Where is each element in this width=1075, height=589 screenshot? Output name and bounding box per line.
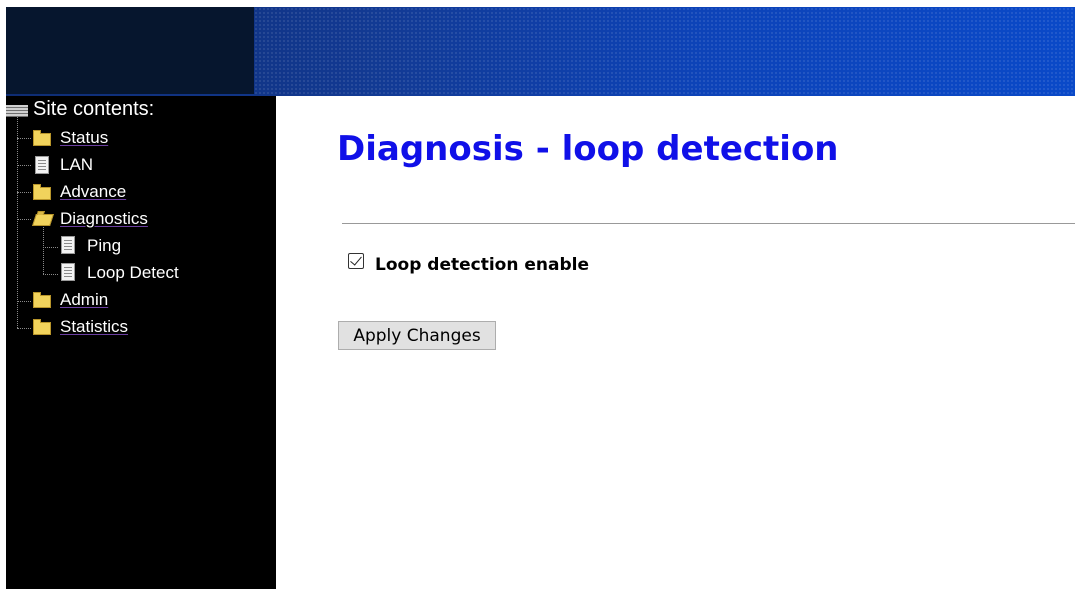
tree-connector: [17, 219, 31, 220]
tree-connector: [17, 328, 31, 329]
sidebar-root-label: Site contents:: [33, 98, 155, 120]
loop-detection-label[interactable]: Loop detection enable: [375, 255, 589, 275]
sidebar-item-statistics[interactable]: Statistics: [60, 317, 128, 337]
header-banner: [6, 7, 1075, 96]
banner-logo-area: [6, 7, 254, 94]
sidebar-item-advance[interactable]: Advance: [60, 182, 126, 202]
document-icon: [35, 156, 49, 174]
banner-pattern: [254, 7, 1075, 96]
tree-root-icon: [6, 105, 28, 117]
folder-icon: [33, 292, 51, 308]
section-divider: [342, 223, 1075, 224]
tree-connector: [17, 301, 31, 302]
sidebar-item-loop-detect[interactable]: Loop Detect: [87, 263, 179, 283]
document-icon: [61, 263, 75, 281]
sidebar-item-diagnostics[interactable]: Diagnostics: [60, 209, 148, 229]
loop-detection-checkbox[interactable]: [348, 253, 364, 269]
tree-connector: [43, 247, 58, 248]
folder-icon: [33, 130, 51, 146]
tree-connector: [43, 274, 58, 275]
folder-icon: [33, 319, 51, 335]
folder-open-icon: [32, 214, 54, 226]
document-icon: [61, 236, 75, 254]
tree-connector: [17, 192, 31, 193]
tree-connector: [17, 165, 31, 166]
sidebar-tree: Site contents: Status LAN Advance Diagno…: [6, 96, 276, 589]
sidebar-item-lan[interactable]: LAN: [60, 155, 93, 175]
browser-page: Site contents: Status LAN Advance Diagno…: [0, 0, 1075, 589]
sidebar-item-status[interactable]: Status: [60, 128, 108, 148]
tree-connector: [17, 138, 31, 139]
folder-icon: [33, 184, 51, 200]
tree-connector: [43, 227, 44, 274]
page-title: Diagnosis - loop detection: [337, 129, 839, 169]
main-content: Diagnosis - loop detection Loop detectio…: [276, 96, 1075, 589]
sidebar-item-ping[interactable]: Ping: [87, 236, 121, 256]
sidebar-item-admin[interactable]: Admin: [60, 290, 108, 310]
apply-changes-button[interactable]: Apply Changes: [338, 321, 496, 350]
